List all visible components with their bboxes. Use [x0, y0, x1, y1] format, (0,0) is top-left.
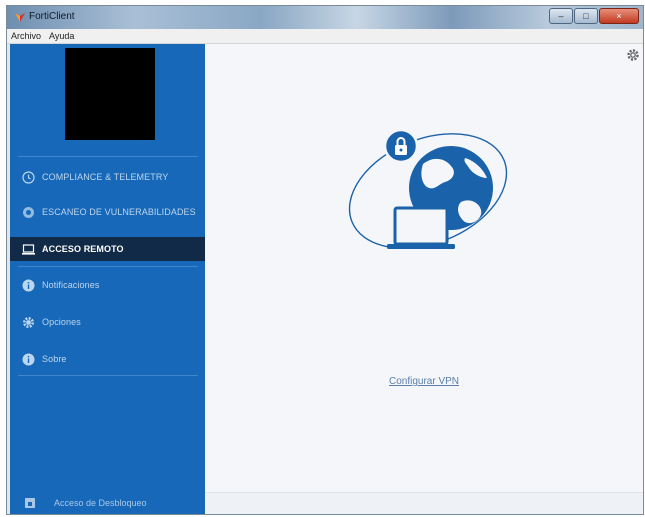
app-window: FortiClient – □ × Archivo Ayuda COMPLIAN… [6, 5, 644, 515]
user-avatar [65, 48, 155, 140]
window-controls: – □ × [549, 8, 639, 24]
app-logo-icon [15, 13, 25, 22]
menu-bar: Archivo Ayuda [7, 29, 643, 44]
configure-vpn-link[interactable]: Configurar VPN [205, 376, 643, 387]
minimize-button[interactable]: – [549, 8, 573, 24]
unlock-access-button[interactable]: Acceso de Desbloqueo [10, 492, 205, 514]
sidebar-divider [18, 375, 198, 376]
sidebar-item-label: Sobre [42, 354, 67, 364]
info-icon [22, 279, 35, 291]
window-title: FortiClient [29, 11, 75, 22]
sidebar-divider [18, 156, 198, 157]
gear-icon [23, 316, 34, 328]
scan-icon [23, 206, 34, 218]
sidebar-item-notifications[interactable]: Notificaciones [10, 273, 205, 297]
menu-ayuda[interactable]: Ayuda [49, 31, 74, 41]
settings-gear-icon[interactable] [626, 48, 640, 62]
lock-icon [25, 498, 35, 508]
sidebar-item-label: Opciones [42, 317, 81, 327]
maximize-button[interactable]: □ [574, 8, 598, 24]
sidebar-divider [18, 266, 198, 267]
title-bar[interactable]: FortiClient – □ × [7, 6, 643, 29]
main-panel: Configurar VPN [205, 44, 643, 514]
sidebar-footer-label: Acceso de Desbloqueo [54, 498, 147, 508]
remote-access-illustration [348, 128, 508, 249]
sidebar-item-options[interactable]: Opciones [10, 310, 205, 334]
sidebar-item-label: Notificaciones [42, 280, 100, 290]
shield-check-icon [22, 170, 35, 184]
laptop-icon [22, 243, 35, 255]
main-footer-bar [205, 492, 643, 514]
sidebar-item-label: COMPLIANCE & TELEMETRY [42, 172, 169, 182]
sidebar-item-remote-access[interactable]: ACCESO REMOTO [10, 237, 205, 261]
about-icon [22, 353, 35, 365]
menu-archivo[interactable]: Archivo [11, 31, 41, 41]
sidebar-item-label: ESCANEO DE VULNERABILIDADES [42, 207, 196, 217]
sidebar-item-vulnerability-scan[interactable]: ESCANEO DE VULNERABILIDADES [10, 200, 205, 224]
sidebar-item-compliance[interactable]: COMPLIANCE & TELEMETRY [10, 165, 205, 189]
close-button[interactable]: × [599, 8, 639, 24]
sidebar-item-label: ACCESO REMOTO [42, 244, 124, 254]
sidebar: COMPLIANCE & TELEMETRY ESCANEO DE VULNER… [10, 44, 205, 514]
sidebar-item-about[interactable]: Sobre [10, 347, 205, 371]
